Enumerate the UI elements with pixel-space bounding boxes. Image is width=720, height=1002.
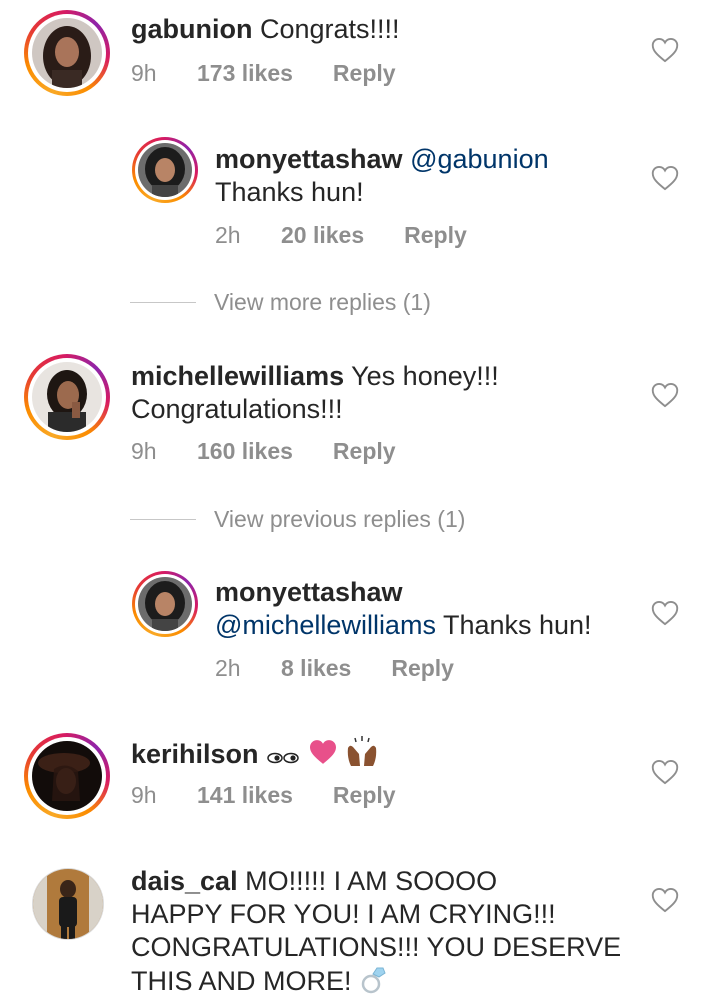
username[interactable]: dais_cal	[131, 866, 238, 896]
comment-text: kerihilson	[131, 736, 379, 776]
reply-button[interactable]: Reply	[391, 655, 454, 682]
comment-text: monyettashaw @gabunion Thanks hun!	[215, 143, 549, 209]
username[interactable]: kerihilson	[131, 739, 259, 769]
view-more-replies-button[interactable]: View more replies (1)	[130, 289, 431, 316]
heart-outline-icon[interactable]	[651, 165, 679, 191]
likes-count[interactable]: 8 likes	[281, 655, 351, 682]
comment-body: Thanks hun!	[215, 177, 364, 207]
comment-meta: 9h 173 likes Reply	[131, 60, 396, 87]
likes-count[interactable]: 20 likes	[281, 222, 364, 249]
view-previous-replies-label: View previous replies (1)	[214, 506, 466, 532]
timestamp: 2h	[215, 222, 241, 248]
avatar-photo	[33, 869, 103, 939]
avatar-michellewilliams[interactable]	[24, 354, 110, 440]
comment-meta: 9h 141 likes Reply	[131, 782, 396, 809]
username[interactable]: gabunion	[131, 14, 252, 44]
comment-body: Thanks hun!	[442, 610, 592, 640]
heart-outline-icon[interactable]	[651, 887, 679, 913]
heart-outline-icon[interactable]	[651, 600, 679, 626]
timestamp: 9h	[131, 438, 157, 464]
comment-body-line3: CONGRATULATIONS!!! YOU DESERVE	[131, 932, 622, 962]
timestamp: 9h	[131, 782, 157, 808]
avatar-photo	[32, 18, 102, 88]
heart-outline-icon[interactable]	[651, 37, 679, 63]
avatar-monyettashaw[interactable]	[132, 137, 198, 203]
avatar-kerihilson[interactable]	[24, 733, 110, 819]
mention-link[interactable]: @michellewilliams	[215, 610, 436, 640]
divider-line	[130, 519, 196, 520]
avatar-gabunion[interactable]	[24, 10, 110, 96]
comment-body: Congrats!!!!	[260, 14, 400, 44]
likes-count[interactable]: 173 likes	[197, 60, 293, 87]
username[interactable]: monyettashaw	[215, 144, 403, 174]
reply-button[interactable]: Reply	[404, 222, 467, 249]
eyes-icon	[266, 740, 300, 773]
reply-button[interactable]: Reply	[333, 782, 396, 809]
view-more-replies-label: View more replies (1)	[214, 289, 431, 315]
comment-body-line4: THIS AND MORE!	[131, 966, 352, 997]
avatar-dais-cal[interactable]	[32, 868, 104, 940]
likes-count[interactable]: 160 likes	[197, 438, 293, 465]
comment-body-line2: HAPPY FOR YOU! I AM CRYING!!!	[131, 899, 556, 929]
comment-body-line1: Yes honey!!!	[351, 361, 499, 391]
username[interactable]: michellewilliams	[131, 361, 344, 391]
comment-body-line1: MO!!!!! I AM SOOOO	[245, 866, 498, 896]
comment-meta: 9h 160 likes Reply	[131, 438, 396, 465]
divider-line	[130, 302, 196, 303]
comment-meta: 2h 20 likes Reply	[215, 222, 467, 249]
timestamp: 9h	[131, 60, 157, 86]
avatar-photo	[32, 741, 102, 811]
comment-text: monyettashaw @michellewilliams Thanks hu…	[215, 576, 592, 642]
raising-hands-icon	[345, 736, 379, 776]
pink-heart-icon	[308, 739, 338, 773]
comment-body-line2: Congratulations!!!	[131, 394, 343, 424]
avatar-photo	[32, 362, 102, 432]
reply-button[interactable]: Reply	[333, 60, 396, 87]
reply-button[interactable]: Reply	[333, 438, 396, 465]
comment-meta: 2h 8 likes Reply	[215, 655, 454, 682]
likes-count[interactable]: 141 likes	[197, 782, 293, 809]
avatar-photo	[138, 143, 192, 197]
comment-text: gabunion Congrats!!!!	[131, 13, 400, 46]
heart-outline-icon[interactable]	[651, 759, 679, 785]
comment-text: michellewilliams Yes honey!!! Congratula…	[131, 360, 499, 426]
username[interactable]: monyettashaw	[215, 576, 592, 609]
comment-text: dais_cal MO!!!!! I AM SOOOO HAPPY FOR YO…	[131, 865, 621, 1002]
avatar-monyettashaw[interactable]	[132, 571, 198, 637]
timestamp: 2h	[215, 655, 241, 681]
ring-icon	[359, 964, 389, 1002]
view-previous-replies-button[interactable]: View previous replies (1)	[130, 506, 465, 533]
mention-link[interactable]: @gabunion	[410, 144, 549, 174]
avatar-photo	[138, 577, 192, 631]
heart-outline-icon[interactable]	[651, 382, 679, 408]
